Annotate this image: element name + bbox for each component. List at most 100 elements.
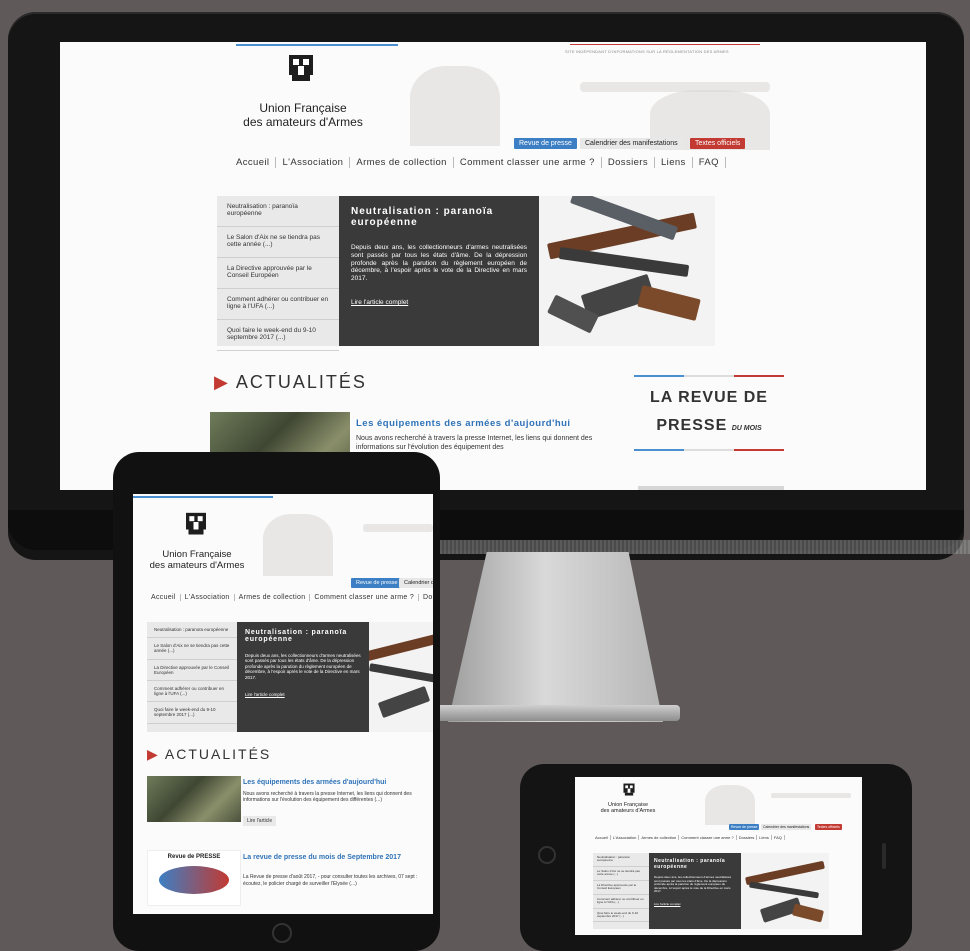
main-nav: Accueil L'Association Armes de collectio… bbox=[230, 157, 726, 168]
featured-read-link[interactable]: Lire l'article complet bbox=[245, 692, 361, 697]
main-nav: Accueil L'Association Armes de collectio… bbox=[593, 835, 785, 840]
site-org-name: Union Française des amateurs d'Armes bbox=[149, 549, 245, 571]
btn-textes-officiels[interactable]: Textes officiels bbox=[690, 138, 746, 149]
btn-calendrier[interactable]: Calendrier des manifestations bbox=[761, 824, 812, 830]
phone-speaker bbox=[882, 843, 886, 869]
section-arrow-icon: ▶ bbox=[147, 746, 160, 762]
site-tagline: SITE INDÉPENDANT D'INFORMATIONS SUR LA R… bbox=[565, 49, 729, 54]
featured-list-item[interactable]: La Directive approuvée par le Conseil Eu… bbox=[593, 881, 649, 895]
section-title-actualites: ▶ ACTUALITÉS bbox=[147, 746, 272, 762]
article-title[interactable]: Les équipements des armées d'aujourd'hui bbox=[356, 418, 571, 429]
nav-liens[interactable]: Liens bbox=[757, 835, 772, 840]
site-org-name: Union Française des amateurs d'Armes bbox=[600, 802, 656, 815]
featured-list: Neutralisation : paranoïa européenne Le … bbox=[593, 853, 649, 929]
revue-title-line-1: LA REVUE DE bbox=[650, 389, 768, 406]
hunter-silhouette bbox=[263, 514, 333, 576]
featured-article: Neutralisation : paranoïa européenne Dep… bbox=[339, 196, 539, 346]
hunter-silhouette bbox=[705, 785, 755, 825]
nav-faq[interactable]: FAQ bbox=[772, 835, 785, 840]
revue-title-line-2: PRESSE DU MOIS bbox=[656, 417, 762, 434]
featured-list-item[interactable]: Quoi faire le week-end du 9-10 septembre… bbox=[147, 702, 237, 724]
featured-text: Depuis deux ans, les collectionneurs d'a… bbox=[245, 653, 361, 680]
nav-accueil[interactable]: Accueil bbox=[593, 835, 611, 840]
nav-dossiers[interactable]: Dossiers bbox=[737, 835, 758, 840]
article-excerpt: La Revue de presse d'août 2017, - pour c… bbox=[243, 874, 418, 887]
featured-list-item[interactable]: Quoi faire le week-end du 9-10 septembre… bbox=[593, 909, 649, 923]
nav-association[interactable]: L'Association bbox=[276, 157, 351, 168]
featured-read-link[interactable]: Lire l'article complet bbox=[351, 299, 527, 306]
ufa-logo-icon bbox=[186, 512, 206, 535]
org-line-1: Union Française bbox=[259, 101, 347, 115]
nav-faq[interactable]: FAQ bbox=[693, 157, 726, 168]
section-arrow-icon: ▶ bbox=[214, 372, 230, 392]
ufa-logo-icon bbox=[289, 55, 313, 81]
featured-read-link[interactable]: Lire l'article complet bbox=[654, 902, 736, 906]
nav-accueil[interactable]: Accueil bbox=[147, 594, 181, 601]
featured-weapons-image bbox=[369, 622, 433, 732]
featured-list-item[interactable]: Le Salon d'Aix ne se tiendra pas cette a… bbox=[147, 638, 237, 660]
featured-weapons-image bbox=[741, 853, 829, 929]
main-nav: Accueil L'Association Armes de collectio… bbox=[147, 594, 433, 601]
featured-list-item[interactable]: Le Salon d'Aix ne se tiendra pas cette a… bbox=[217, 227, 339, 258]
featured-list-item[interactable]: Comment adhérer ou contribuer en ligne à… bbox=[147, 681, 237, 703]
read-article-button[interactable]: Lire l'article bbox=[243, 816, 277, 826]
featured-list-item[interactable]: Comment adhérer ou contribuer en ligne à… bbox=[217, 289, 339, 320]
hunter-silhouette bbox=[410, 66, 500, 146]
btn-calendrier[interactable]: Calendrier des manifestations bbox=[580, 138, 683, 149]
article-excerpt: Nous avons recherché à travers la presse… bbox=[243, 791, 412, 804]
nav-liens[interactable]: Liens bbox=[655, 157, 693, 168]
featured-title[interactable]: Neutralisation : paranoïa européenne bbox=[654, 858, 736, 870]
featured-list-item[interactable]: Neutralisation : paranoïa européenne bbox=[593, 853, 649, 867]
featured-text: Depuis deux ans, les collectionneurs d'a… bbox=[654, 875, 732, 894]
tablet-screen: Union Française des amateurs d'Armes Rev… bbox=[133, 494, 433, 914]
rifle-silhouette bbox=[580, 82, 770, 92]
desktop-screen: SITE INDÉPENDANT D'INFORMATIONS SUR LA R… bbox=[60, 42, 926, 490]
monitor-grille bbox=[410, 540, 970, 554]
nav-comment-classer[interactable]: Comment classer une arme ? bbox=[310, 594, 420, 601]
nav-association[interactable]: L'Association bbox=[181, 594, 235, 601]
monitor-stand bbox=[448, 552, 663, 722]
btn-textes-officiels[interactable]: Textes officiels bbox=[815, 824, 842, 830]
nav-comment-classer[interactable]: Comment classer une arme ? bbox=[454, 157, 602, 168]
phone-screen: Union Française des amateurs d'Armes Rev… bbox=[575, 777, 862, 935]
article-photo-soldiers[interactable] bbox=[147, 776, 241, 822]
featured-title[interactable]: Neutralisation : paranoïa européenne bbox=[245, 629, 361, 643]
rifle-silhouette bbox=[771, 793, 851, 798]
tablet-home-button bbox=[272, 923, 292, 943]
featured-text: Depuis deux ans, les collectionneurs d'a… bbox=[351, 244, 527, 283]
featured-list: Neutralisation : paranoïa européenne Le … bbox=[147, 622, 237, 732]
featured-list-item[interactable]: La Directive approuvée par le Conseil Eu… bbox=[147, 660, 237, 681]
nav-comment-classer[interactable]: Comment classer une arme ? bbox=[679, 835, 737, 840]
nav-armes-de-collection[interactable]: Armes de collection bbox=[235, 594, 311, 601]
btn-revue-de-presse[interactable]: Revue de presse bbox=[729, 824, 760, 830]
featured-weapons-image bbox=[539, 196, 715, 346]
nav-armes-de-collection[interactable]: Armes de collection bbox=[639, 835, 680, 840]
featured-list-item[interactable]: La Directive approuvée par le Conseil Eu… bbox=[217, 258, 339, 289]
featured-title[interactable]: Neutralisation : paranoïa européenne bbox=[351, 206, 527, 228]
site-org-name: Union Française des amateurs d'Armes bbox=[238, 101, 368, 130]
nav-dossiers[interactable]: Dossiers bbox=[602, 157, 655, 168]
article-title[interactable]: La revue de presse du mois de Septembre … bbox=[243, 854, 423, 862]
nav-accueil[interactable]: Accueil bbox=[230, 157, 277, 168]
org-line-2: des amateurs d'Armes bbox=[243, 114, 363, 129]
featured-list-item[interactable]: Le Salon d'Aix ne se tiendra pas cette a… bbox=[593, 867, 649, 881]
btn-revue-de-presse[interactable]: Revue de presse bbox=[514, 138, 577, 149]
btn-revue-de-presse[interactable]: Revue de presse bbox=[351, 578, 403, 588]
article-title[interactable]: Les équipements des armées d'aujourd'hui bbox=[243, 779, 386, 786]
featured-list-item[interactable]: Neutralisation : paranoïa européenne bbox=[147, 622, 237, 639]
nav-association[interactable]: L'Association bbox=[611, 835, 640, 840]
article-excerpt: Nous avons recherché à travers la presse… bbox=[356, 435, 593, 452]
featured-list-item[interactable]: Comment adhérer ou contribuer en ligne à… bbox=[593, 895, 649, 909]
nav-dossiers[interactable]: Dossiers bbox=[419, 594, 433, 601]
revue-thumbnail[interactable] bbox=[638, 486, 784, 490]
featured-list-item[interactable]: Quoi faire le week-end du 9-10 septembre… bbox=[217, 320, 339, 351]
featured-article: Neutralisation : paranoïa européenne Dep… bbox=[237, 622, 369, 732]
revue-thumb-label: Revue de PRESSE bbox=[167, 854, 221, 860]
featured-list-item[interactable]: Neutralisation : paranoïa européenne bbox=[217, 196, 339, 227]
nav-armes-de-collection[interactable]: Armes de collection bbox=[350, 157, 454, 168]
revue-thumbnail[interactable]: Revue de PRESSE bbox=[147, 850, 241, 906]
featured-article: Neutralisation : paranoïa européenne Dep… bbox=[649, 853, 741, 929]
btn-calendrier[interactable]: Calendrier des manifestations bbox=[399, 578, 433, 588]
rifle-silhouette bbox=[363, 524, 433, 532]
section-title-actualites: ▶ ACTUALITÉS bbox=[214, 372, 367, 392]
